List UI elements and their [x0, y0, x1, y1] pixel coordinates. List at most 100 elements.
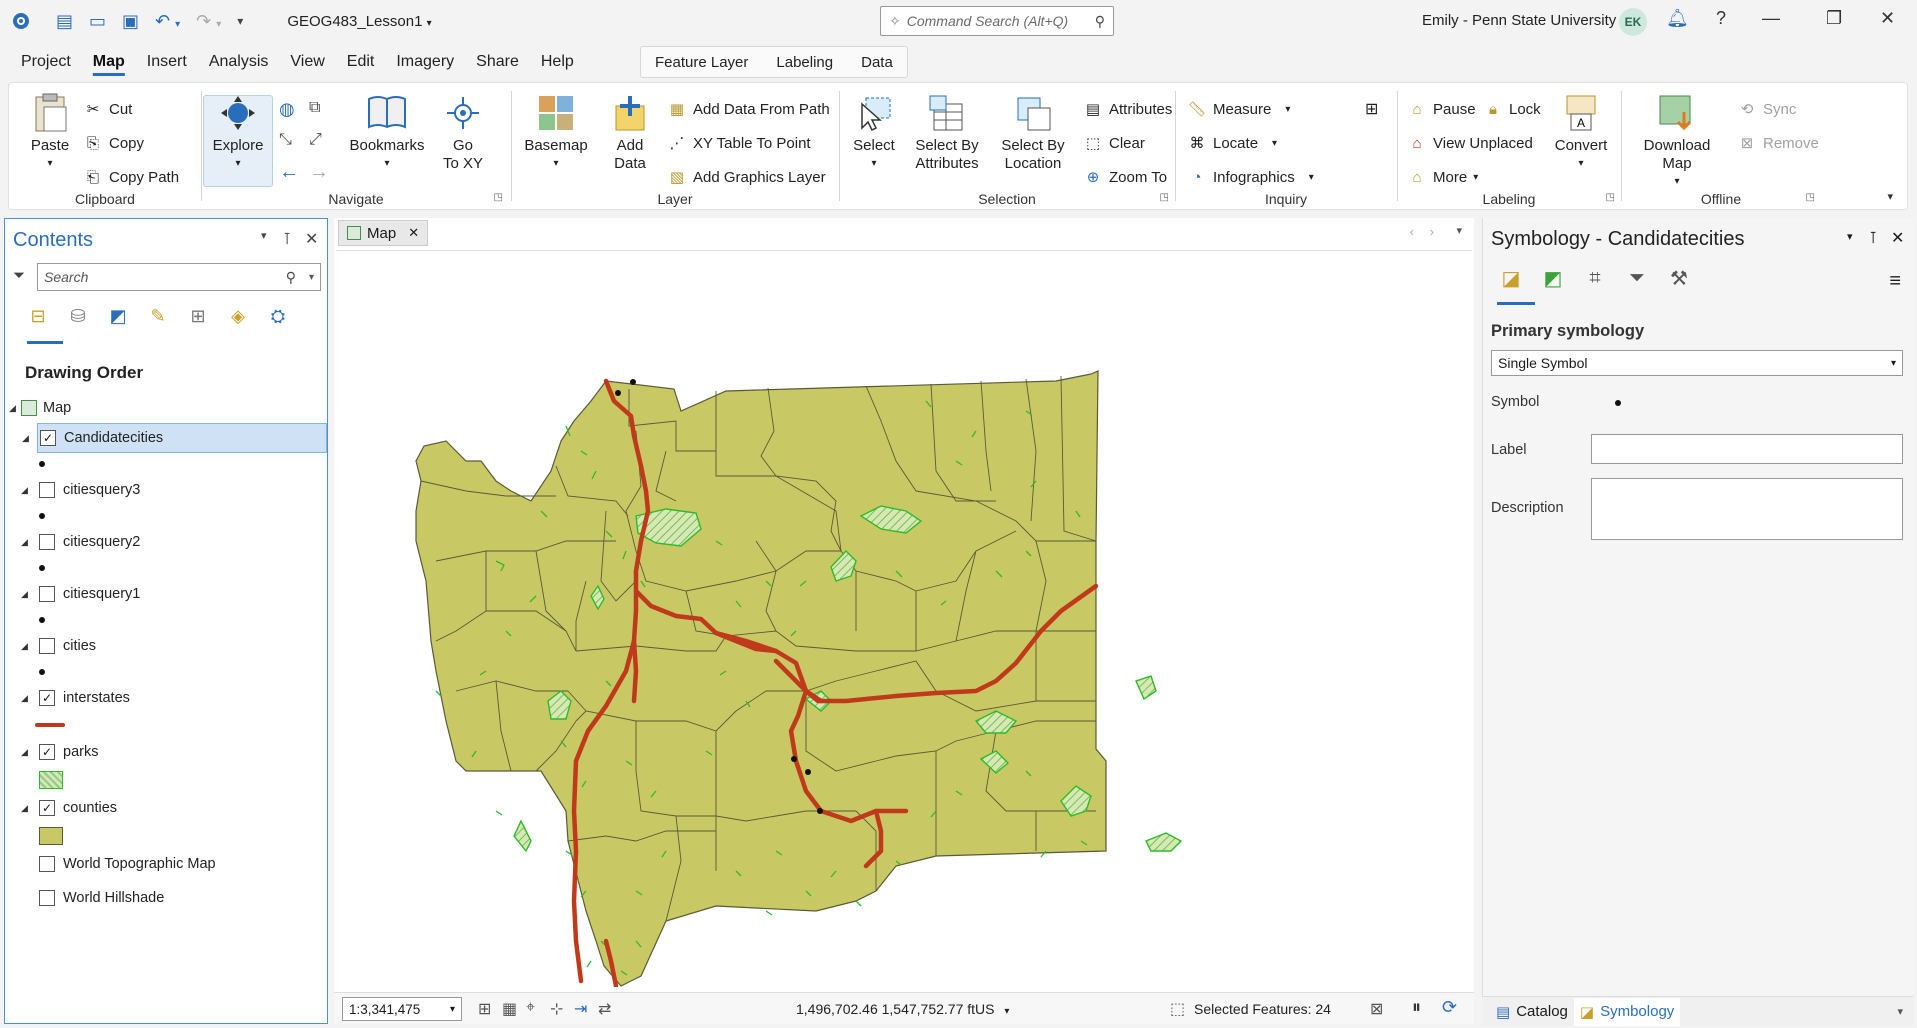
help-icon[interactable]: ?: [1716, 8, 1726, 29]
layer-row-citiesquery3[interactable]: ◢ citiesquery3: [5, 475, 327, 505]
add-graphics-layer-button[interactable]: ▧ Add Graphics Layer: [667, 167, 826, 187]
layer-visibility-checkbox[interactable]: [39, 638, 55, 654]
notifications-bell-icon[interactable]: 🔔︎: [1666, 8, 1689, 29]
ribbon-collapse-icon[interactable]: ▾: [1887, 190, 1893, 203]
layer-visibility-checkbox[interactable]: [39, 586, 55, 602]
download-map-button[interactable]: Download Map ▾: [1637, 93, 1717, 191]
expand-triangle-icon[interactable]: ◢: [21, 693, 28, 704]
list-by-snapping-icon[interactable]: ⊞: [185, 303, 211, 329]
refresh-mode-icon[interactable]: ⇄: [598, 999, 611, 1019]
view-unplaced-button[interactable]: ⌂ View Unplaced: [1407, 133, 1532, 153]
copy-path-button[interactable]: ⎗ Copy Path: [83, 167, 179, 187]
pane-options-icon[interactable]: ▾: [261, 229, 267, 242]
attributes-button[interactable]: ▤ Attributes: [1083, 99, 1172, 119]
avatar[interactable]: EK: [1619, 8, 1647, 36]
layer-row-candidatecities[interactable]: ◢ ✓ Candidatecities: [22, 423, 327, 453]
more-labeling-button[interactable]: ⌂ More ▾: [1407, 167, 1478, 187]
primary-symbology-icon[interactable]: ◪: [1497, 264, 1525, 292]
convert-labels-button[interactable]: A Convert ▾: [1549, 93, 1613, 173]
menu-map[interactable]: Map: [82, 44, 136, 80]
layer-row-world-hillshade[interactable]: World Hillshade: [5, 883, 327, 913]
menu-view[interactable]: View: [279, 44, 335, 80]
select-button[interactable]: Select ▾: [849, 93, 899, 173]
layer-row-world-topographic-map[interactable]: World Topographic Map: [5, 849, 327, 879]
layer-row-citiesquery1[interactable]: ◢ citiesquery1: [5, 579, 327, 609]
tab-list-icon[interactable]: ▾: [1456, 224, 1462, 237]
zoom-to-selection-button[interactable]: ⊕ Zoom To: [1083, 167, 1167, 187]
counties-layer[interactable]: [415, 370, 1107, 987]
xy-table-to-point-button[interactable]: ⋰ XY Table To Point: [667, 133, 811, 153]
hamburger-menu-icon[interactable]: ≡: [1889, 270, 1901, 293]
lock-labels-button[interactable]: 🔒︎ Lock: [1483, 99, 1541, 119]
map-warnings-icon[interactable]: ⊠: [1370, 999, 1383, 1019]
map-canvas[interactable]: [336, 250, 1472, 989]
close-tab-icon[interactable]: ✕: [408, 225, 419, 241]
navigate-launcher-icon[interactable]: ◳: [494, 192, 503, 203]
close-window-icon[interactable]: ✕: [1880, 8, 1895, 29]
list-by-data-source-icon[interactable]: ⛁: [65, 303, 91, 329]
chevron-down-icon[interactable]: ▾: [309, 272, 314, 283]
restore-icon[interactable]: ❐: [1826, 8, 1842, 29]
refresh-icon[interactable]: ⟳: [1442, 997, 1457, 1018]
user-name[interactable]: Emily - Penn State University: [1422, 12, 1616, 29]
washington-map[interactable]: [336, 251, 1472, 989]
add-data-from-path-button[interactable]: ▦ Add Data From Path: [667, 99, 830, 119]
menu-imagery[interactable]: Imagery: [385, 44, 465, 80]
pause-draw-icon[interactable]: ⇥: [574, 999, 587, 1019]
pause-labeling-button[interactable]: ⌂ Pause: [1407, 99, 1475, 119]
layer-row-interstates[interactable]: ◢ ✓ interstates: [5, 683, 327, 713]
constraints-icon[interactable]: ⊹: [550, 999, 563, 1019]
map-node[interactable]: ◢ Map: [5, 393, 327, 423]
symbol-swatch[interactable]: [1615, 400, 1621, 406]
project-title[interactable]: GEOG483_Lesson1 ▾: [287, 13, 431, 30]
selection-launcher-icon[interactable]: ◳: [1160, 192, 1169, 203]
bookmarks-button[interactable]: Bookmarks ▾: [347, 93, 427, 173]
expand-triangle-icon[interactable]: ◢: [21, 641, 28, 652]
point-symbol-swatch[interactable]: [39, 669, 45, 675]
layer-row-parks[interactable]: ◢ ✓ parks: [5, 737, 327, 767]
symbol-layer-drawing-icon[interactable]: ⌗: [1581, 264, 1609, 292]
expand-triangle-icon[interactable]: ◢: [21, 747, 28, 758]
fixed-zoom-in-icon[interactable]: ⤡: [279, 131, 292, 149]
filter-icon[interactable]: ⏷: [13, 267, 25, 284]
coordinate-conversion-icon[interactable]: ⊞: [1365, 99, 1378, 119]
grid-icon[interactable]: ▦: [502, 999, 517, 1019]
copy-button[interactable]: ⎘ Copy: [83, 133, 144, 153]
layer-visibility-checkbox[interactable]: [39, 482, 55, 498]
explore-button[interactable]: Explore ▾: [207, 93, 269, 173]
full-extent-icon[interactable]: ◍: [279, 99, 295, 120]
menu-analysis[interactable]: Analysis: [198, 44, 280, 80]
cut-button[interactable]: ✂ Cut: [83, 99, 133, 119]
layer-row-counties[interactable]: ◢ ✓ counties: [5, 793, 327, 823]
polygon-hatch-swatch[interactable]: [39, 771, 63, 789]
expand-triangle-icon[interactable]: ◢: [21, 485, 28, 496]
previous-extent-icon[interactable]: ←: [279, 161, 299, 184]
tab-feature-layer[interactable]: Feature Layer: [641, 47, 762, 77]
tab-map[interactable]: Map ✕: [338, 220, 429, 246]
sync-button[interactable]: ⟲ Sync: [1737, 99, 1797, 119]
redo-icon[interactable]: ↷ ▾: [196, 11, 221, 32]
command-search-input[interactable]: ✧ Command Search (Alt+Q) ⚲: [880, 6, 1114, 36]
snapping-icon[interactable]: ⌖: [526, 999, 535, 1017]
pin-icon[interactable]: ⊺: [283, 229, 291, 249]
customize-toolbar-icon[interactable]: ▾: [237, 14, 243, 28]
list-by-editing-icon[interactable]: ✎: [145, 303, 171, 329]
layer-visibility-checkbox[interactable]: [39, 890, 55, 906]
layer-visibility-checkbox[interactable]: ✓: [39, 800, 55, 816]
coordinates-readout[interactable]: 1,496,702.46 1,547,752.77 ftUS ▾: [796, 1001, 1009, 1017]
list-by-perspective-icon[interactable]: ⛭: [265, 303, 291, 329]
fixed-zoom-out-icon[interactable]: ⤢: [309, 131, 322, 149]
tab-symbology[interactable]: ◪ Symbology: [1573, 997, 1681, 1026]
tab-catalog[interactable]: ▤ Catalog: [1490, 1003, 1574, 1021]
vary-symbology-icon[interactable]: ◩: [1539, 264, 1567, 292]
contents-search-input[interactable]: Search ⚲ ▾: [37, 263, 321, 291]
minimize-icon[interactable]: —: [1762, 8, 1780, 29]
symbology-filter-icon[interactable]: ⏷: [1623, 264, 1651, 292]
primary-symbology-select[interactable]: Single Symbol ▾: [1491, 350, 1903, 376]
select-by-attributes-button[interactable]: Select By Attributes: [907, 93, 987, 173]
new-project-icon[interactable]: ▤: [56, 11, 73, 32]
paste-button[interactable]: Paste ▾: [25, 93, 75, 173]
point-symbol-swatch[interactable]: [39, 513, 45, 519]
selected-features-count[interactable]: Selected Features: 24: [1194, 1001, 1331, 1017]
layer-visibility-checkbox[interactable]: [39, 534, 55, 550]
